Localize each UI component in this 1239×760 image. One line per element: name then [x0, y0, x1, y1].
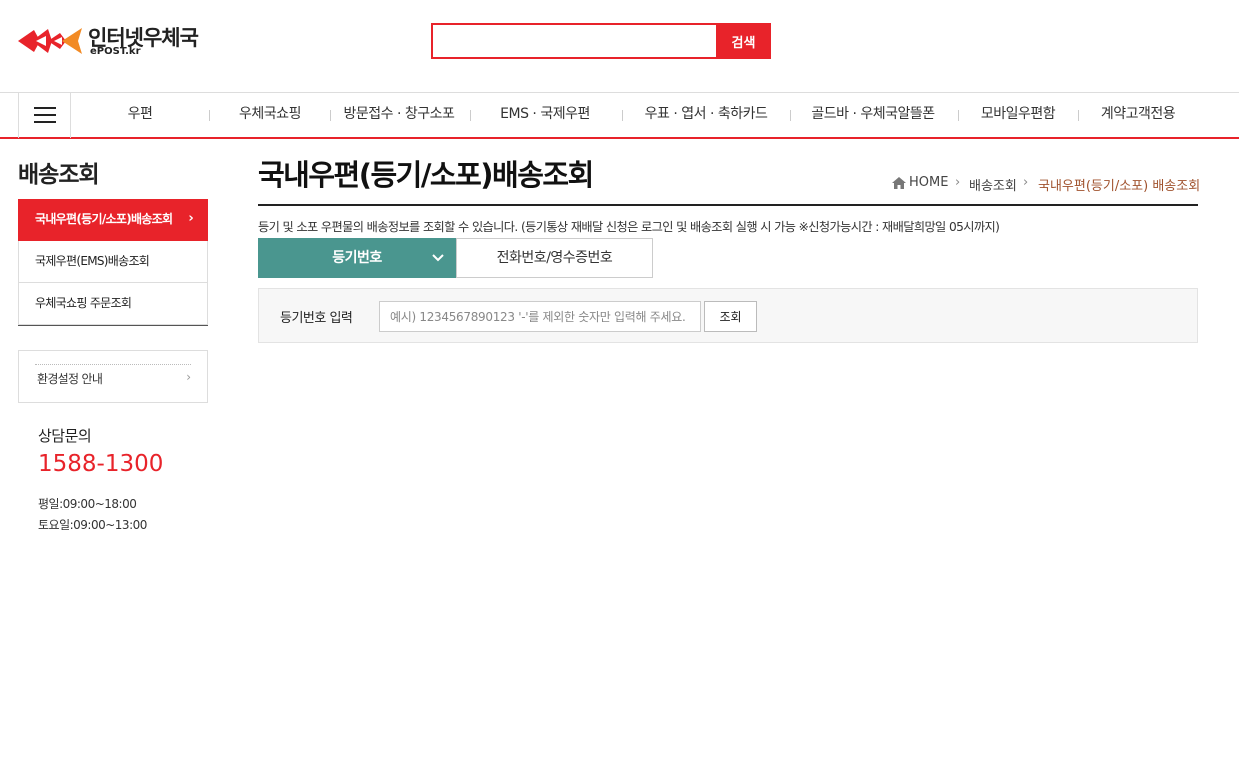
tracking-form: 등기번호 입력 조회 [258, 288, 1198, 343]
sidebar-item-label: 우체국쇼핑 주문조회 [35, 296, 132, 310]
sidebar-item-domestic[interactable]: 국내우편(등기/소포)배송조회 › [18, 199, 208, 241]
logo-subtitle: ePOST.kr [90, 46, 141, 57]
contact-title: 상담문의 [38, 427, 92, 445]
gnb-separator [958, 110, 959, 121]
chevron-right-icon: › [1023, 175, 1029, 190]
chevron-right-icon: › [955, 175, 961, 190]
search-bar: 검색 [431, 23, 771, 59]
page-description: 등기 및 소포 우편물의 배송정보를 조회할 수 있습니다. (등기통상 재배달… [258, 220, 1000, 234]
epost-logo-icon [18, 28, 82, 54]
gnb-separator [209, 110, 210, 121]
gnb-item-corporate[interactable]: 계약고객전용 [1092, 93, 1184, 138]
sidebar-item-shopping-order[interactable]: 우체국쇼핑 주문조회 [18, 283, 208, 325]
epost-logo[interactable]: 인터넷우체국 ePOST.kr [18, 22, 218, 62]
main-navigation: 우편 우체국쇼핑 방문접수 · 창구소포 EMS · 국제우편 우표 · 엽서 … [0, 92, 1239, 139]
contact-phone: 1588-1300 [38, 451, 164, 477]
breadcrumb-home[interactable]: HOME [909, 175, 948, 190]
lookup-button[interactable]: 조회 [704, 301, 757, 332]
tracking-number-input[interactable] [379, 301, 701, 332]
breadcrumb-level1[interactable]: 배송조회 [969, 175, 1017, 194]
sidebar-title: 배송조회 [18, 162, 100, 188]
breadcrumb-current: 국내우편(등기/소포) 배송조회 [1038, 179, 1201, 194]
gnb-item-mobile-mailbox[interactable]: 모바일우편함 [970, 93, 1066, 138]
gnb-separator [330, 110, 331, 121]
tab-label: 등기번호 [332, 250, 382, 266]
search-button[interactable]: 검색 [716, 23, 771, 59]
gnb-separator [622, 110, 623, 121]
gnb-item-visit-pickup[interactable]: 방문접수 · 창구소포 [336, 93, 462, 138]
home-icon[interactable] [892, 177, 906, 193]
tab-registered-number[interactable]: 등기번호 [258, 238, 456, 278]
chevron-down-icon [432, 238, 444, 278]
tracking-number-label: 등기번호 입력 [280, 311, 353, 326]
gnb-item-shopping[interactable]: 우체국쇼핑 [226, 93, 314, 138]
site-header: 인터넷우체국 ePOST.kr 검색 [0, 0, 1239, 92]
sidebar-item-label: 국내우편(등기/소포)배송조회 [35, 212, 173, 226]
sidebar-item-ems[interactable]: 국제우편(EMS)배송조회 [18, 241, 208, 283]
env-settings-label: 환경설정 안내 [37, 372, 103, 386]
gnb-item-stamps[interactable]: 우표 · 엽서 · 축하카드 [636, 93, 776, 138]
hamburger-icon[interactable] [18, 93, 71, 138]
tab-label: 전화번호/영수증번호 [496, 250, 613, 266]
hours-weekday: 평일:09:00~18:00 [38, 497, 137, 511]
gnb-separator [470, 110, 471, 121]
gnb-item-ems[interactable]: EMS · 국제우편 [488, 93, 602, 138]
gnb-separator [790, 110, 791, 121]
chevron-right-icon: › [186, 370, 191, 384]
chevron-right-icon: › [188, 211, 193, 226]
breadcrumb: HOME › 배송조회 › 국내우편(등기/소포) 배송조회 [892, 175, 1201, 194]
tab-phone-receipt[interactable]: 전화번호/영수증번호 [456, 238, 653, 278]
env-settings-link[interactable]: 환경설정 안내 › [18, 350, 208, 403]
page-title: 국내우편(등기/소포)배송조회 [258, 158, 594, 192]
divider [258, 204, 1198, 206]
gnb-item-mail[interactable]: 우편 [100, 93, 180, 138]
sidebar-item-label: 국제우편(EMS)배송조회 [35, 254, 150, 268]
sidebar-menu: 국내우편(등기/소포)배송조회 › 국제우편(EMS)배송조회 우체국쇼핑 주문… [18, 199, 208, 326]
search-input[interactable] [431, 23, 716, 59]
gnb-separator [1078, 110, 1079, 121]
hours-saturday: 토요일:09:00~13:00 [38, 518, 147, 532]
gnb-item-goldbar[interactable]: 골드바 · 우체국알뜰폰 [802, 93, 944, 138]
divider [35, 364, 191, 365]
